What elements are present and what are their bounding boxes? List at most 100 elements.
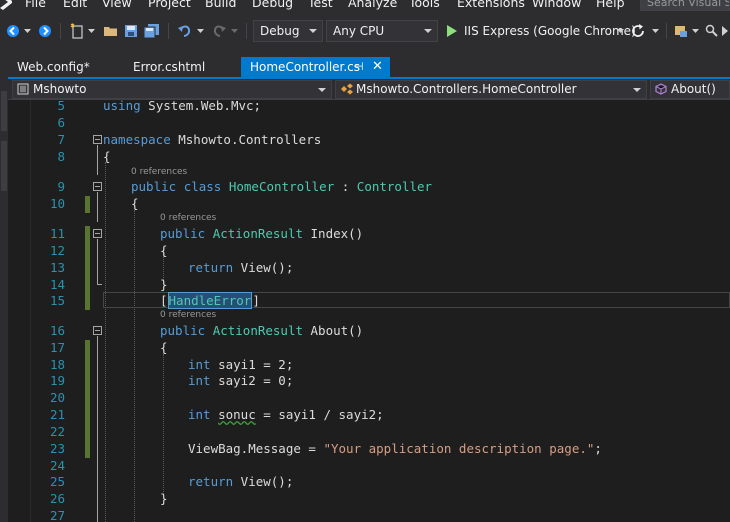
collapse-class-toggle[interactable] — [93, 182, 102, 191]
visual-studio-logo-icon — [0, 0, 12, 10]
tab-home-controller[interactable]: HomeController.cs ⊣ ✕ — [241, 57, 390, 77]
outline-line — [97, 336, 98, 522]
tab-label: Web.config* — [17, 60, 90, 74]
line-number: 13 — [49, 260, 65, 275]
find-in-files-button[interactable] — [704, 21, 720, 41]
search-box[interactable]: Search Visual St — [640, 0, 730, 11]
statement-text: ViewBag.Message = — [188, 441, 324, 456]
folder-icon — [104, 27, 117, 36]
run-target-label[interactable]: IIS Express (Google Chrome) — [464, 20, 636, 42]
left-tool-strip — [0, 51, 8, 522]
redo-dropdown[interactable] — [229, 21, 239, 41]
forward-button[interactable] — [36, 21, 54, 41]
menu-build[interactable]: Build — [205, 0, 236, 10]
codelens-references[interactable]: 0 references — [160, 213, 216, 223]
collapse-namespace-toggle[interactable] — [93, 135, 102, 144]
line-number: 24 — [49, 458, 65, 473]
collapse-index-toggle[interactable] — [93, 229, 102, 238]
csharp-project-icon — [17, 83, 29, 95]
toolbox-tab[interactable] — [1, 141, 7, 191]
solution-configuration-select[interactable]: Debug — [253, 20, 323, 42]
code-line-18: int sayi1 = 2; — [188, 357, 293, 372]
project-select[interactable]: Mshowto — [12, 80, 332, 99]
string-literal: "Your application description page." — [323, 441, 595, 456]
standard-toolbar: Debug Any CPU IIS Express (Google Chrome… — [0, 11, 730, 51]
toolbar-overflow-icon[interactable] — [720, 21, 730, 41]
keyword: public — [160, 323, 206, 338]
menu-project[interactable]: Project — [148, 0, 191, 10]
code-line-12: { — [160, 243, 168, 258]
chevron-down-icon — [87, 29, 95, 33]
member-select[interactable]: About() — [650, 80, 730, 99]
brace: { — [160, 340, 168, 355]
code-line-26: } — [160, 491, 168, 506]
namespace-name: Mshowto.Controllers — [170, 132, 322, 147]
selected-attribute-name[interactable]: HandleError — [167, 292, 253, 309]
brace: } — [160, 491, 168, 506]
menu-test[interactable]: Test — [308, 0, 333, 10]
server-explorer-tab[interactable] — [1, 91, 7, 131]
save-button[interactable] — [122, 21, 140, 41]
menu-edit[interactable]: Edit — [63, 0, 87, 10]
undo-button[interactable] — [176, 21, 194, 41]
save-all-button[interactable] — [143, 21, 161, 41]
keyword: using — [103, 100, 141, 113]
codelens-references[interactable]: 0 references — [160, 310, 216, 320]
code-line-9: public class HomeController : Controller — [131, 179, 432, 194]
change-marker — [85, 196, 90, 213]
class-select[interactable]: Mshowto.Controllers.HomeController — [335, 80, 647, 99]
statement-text: = sayi1 / sayi2; — [255, 407, 384, 422]
menu-extensions[interactable]: Extensions — [457, 0, 525, 10]
menu-window[interactable]: Window — [532, 0, 581, 10]
close-icon[interactable]: ✕ — [372, 57, 383, 77]
class-icon — [341, 83, 353, 95]
new-project-dropdown[interactable] — [86, 21, 96, 41]
solution-platform-select[interactable]: Any CPU — [326, 20, 438, 42]
save-icon — [125, 25, 137, 37]
browser-link-dropdown[interactable] — [690, 21, 700, 41]
chevron-down-icon — [309, 29, 317, 33]
back-button[interactable] — [4, 21, 22, 41]
start-debugging-button[interactable] — [444, 21, 460, 41]
menu-view[interactable]: View — [102, 0, 132, 10]
code-line-11: public ActionResult Index() — [160, 226, 363, 241]
run-target-dropdown[interactable] — [615, 21, 625, 41]
line-number: 15 — [49, 293, 65, 308]
pin-icon[interactable]: ⊣ — [354, 57, 364, 77]
menu-help[interactable]: Help — [596, 0, 625, 10]
undo-dropdown[interactable] — [195, 21, 205, 41]
chevron-down-icon — [196, 29, 204, 33]
chevron-down-icon — [616, 29, 624, 33]
new-project-button[interactable] — [68, 21, 86, 41]
menu-file[interactable]: File — [25, 0, 46, 10]
keyword: class — [183, 179, 222, 194]
type-name: ActionResult — [212, 323, 303, 338]
open-file-button[interactable] — [102, 21, 120, 41]
refresh-dropdown[interactable] — [650, 21, 660, 41]
back-dropdown[interactable] — [22, 21, 32, 41]
indent-guide — [105, 162, 106, 522]
project-value: Mshowto — [33, 82, 87, 96]
refresh-icon — [632, 24, 644, 37]
indent-guide — [134, 210, 135, 522]
keyword: return — [188, 474, 234, 489]
line-number: 12 — [49, 243, 65, 258]
collapse-about-toggle[interactable] — [93, 326, 102, 335]
redo-button[interactable] — [210, 21, 228, 41]
menu-tools[interactable]: Tools — [409, 0, 440, 10]
tab-error-cshtml[interactable]: Error.cshtml — [124, 57, 234, 77]
new-item-icon — [70, 23, 83, 39]
browser-link-button[interactable] — [672, 21, 690, 41]
bracket: [ — [160, 293, 168, 308]
codelens-references[interactable]: 0 references — [131, 167, 187, 177]
refresh-browser-button[interactable] — [629, 21, 647, 41]
code-editor[interactable]: 5 6 7 8 9 10 11 12 13 14 15 16 17 18 19 … — [8, 100, 730, 522]
toolbar-separator — [666, 23, 667, 39]
configuration-value: Debug — [260, 24, 300, 38]
menu-analyze[interactable]: Analyze — [348, 0, 397, 10]
line-number: 7 — [57, 132, 65, 147]
menu-debug[interactable]: Debug — [252, 0, 293, 10]
chevron-down-icon — [633, 88, 641, 92]
tab-label: Error.cshtml — [133, 60, 206, 74]
tab-web-config[interactable]: Web.config* — [8, 57, 118, 77]
